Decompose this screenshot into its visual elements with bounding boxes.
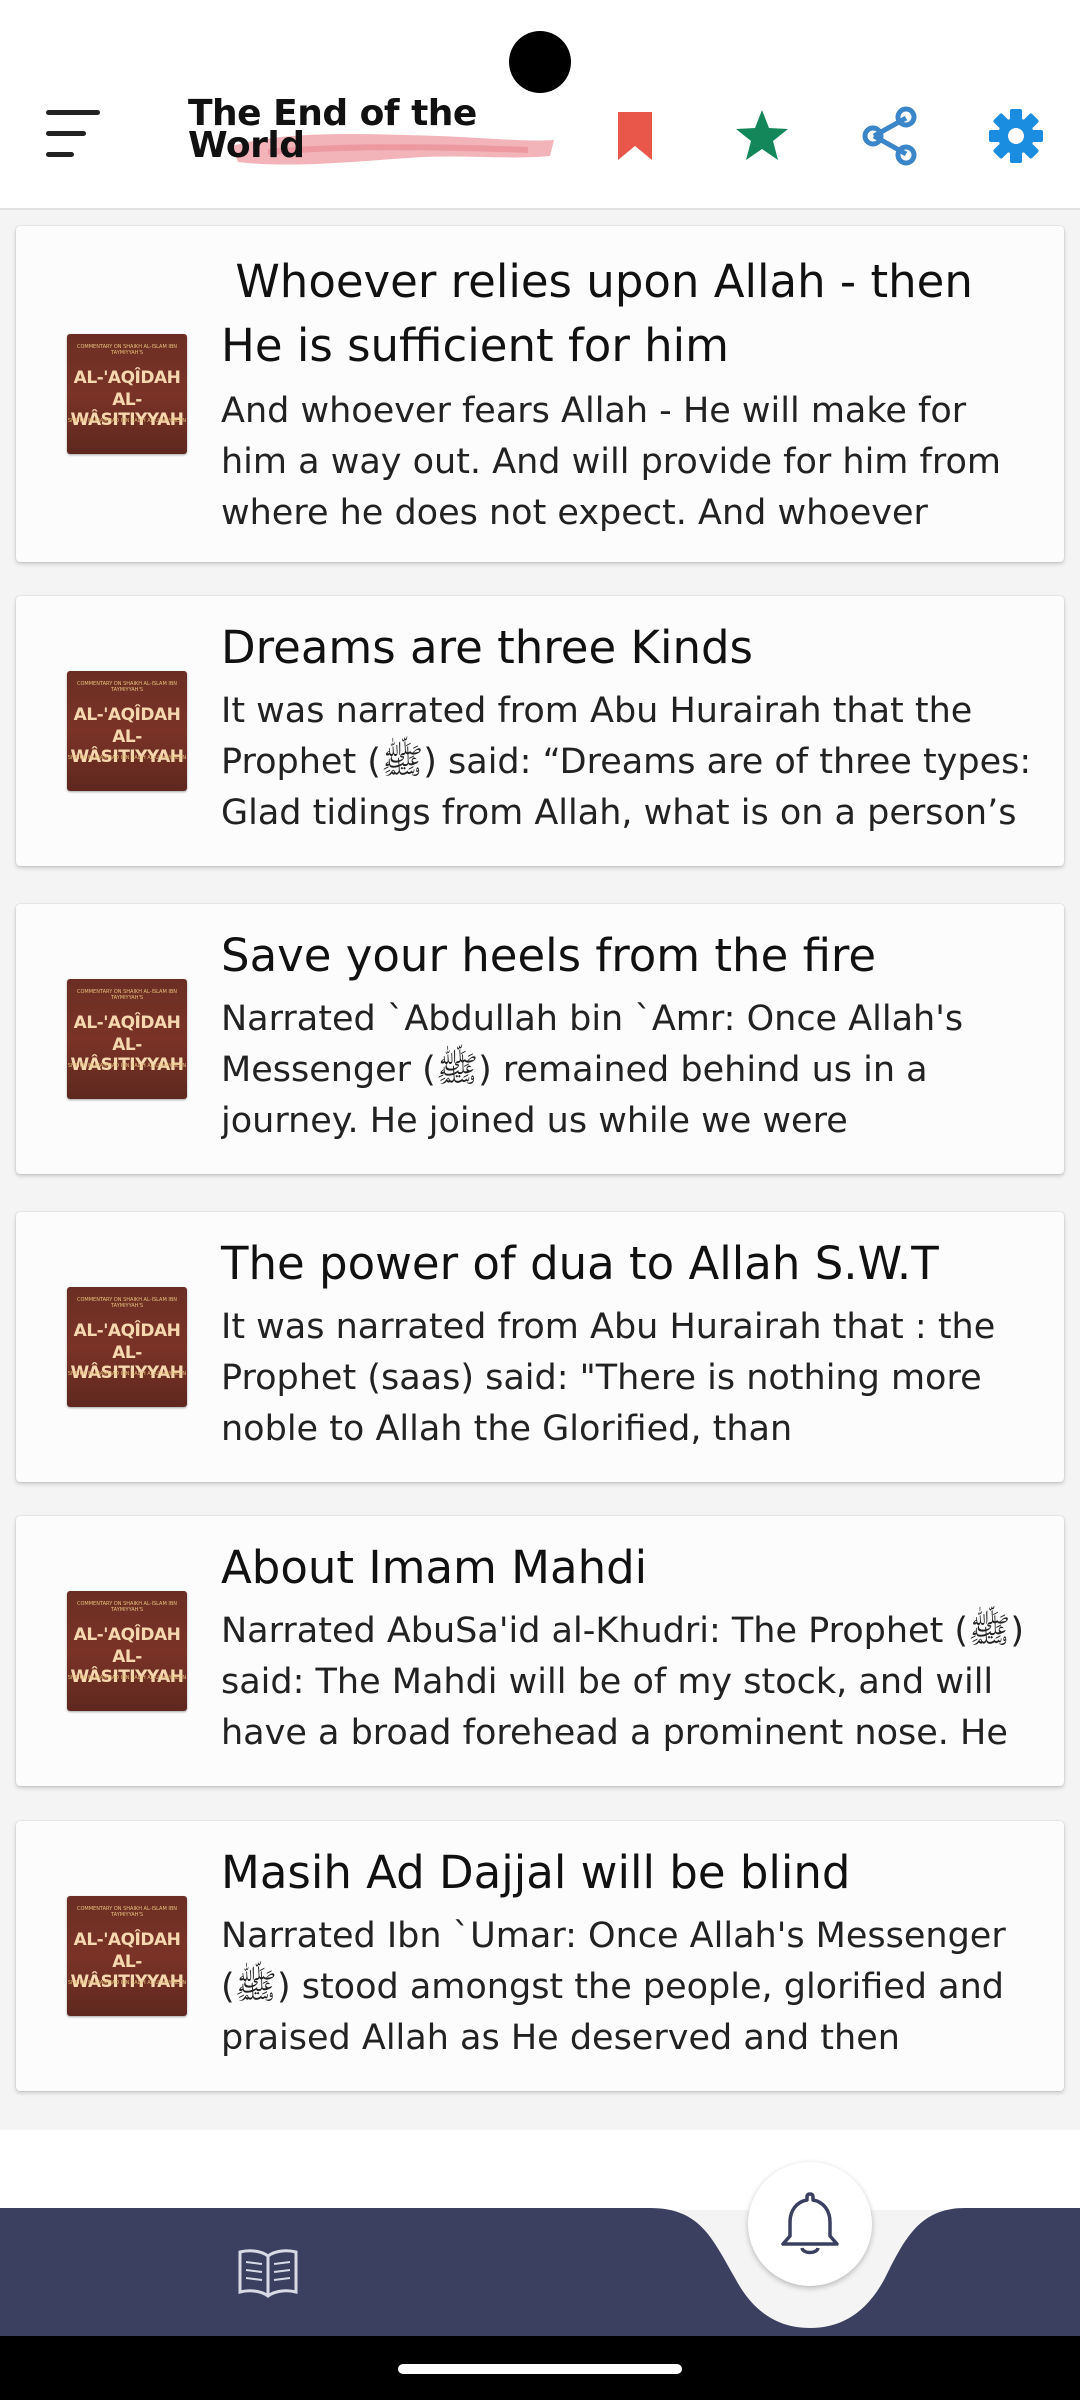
home-gesture-pill[interactable] (398, 2364, 682, 2374)
cover-title-line2: AL-WÂSITIYYAH (70, 1343, 184, 1383)
post-excerpt: And whoever fears Allah - He will make f… (221, 391, 1001, 533)
cover-title-line1: AL-'AQÎDAH (73, 1625, 181, 1645)
post-title: About Imam Mahdi (221, 1541, 648, 1594)
cover-title-line2: AL-WÂSITIYYAH (70, 1035, 184, 1075)
post-title: Dreams are three Kinds (221, 621, 753, 674)
book-cover-thumbnail: COMMENTARY ON SHAIKH AL-ISLAM IBN TAYMIY… (67, 1287, 187, 1407)
camera-cutout (509, 31, 571, 93)
cover-author: SHEIKH MUHAMMAD IBN SALIH AL-UTHAYMEEN (67, 1371, 187, 1377)
bottom-bar-shape (0, 2208, 1080, 2336)
cover-author: SHEIKH MUHAMMAD IBN SALIH AL-UTHAYMEEN (67, 1063, 187, 1069)
book-cover-thumbnail: COMMENTARY ON SHAIKH AL-ISLAM IBN TAYMIY… (67, 1591, 187, 1711)
post-title: Save your heels from the fire (221, 929, 877, 982)
cover-author: SHEIKH MUHAMMAD IBN SALIH AL-UTHAYMEEN (67, 755, 187, 761)
cover-title-line2: AL-WÂSITIYYAH (70, 1647, 184, 1687)
book-icon[interactable] (236, 2244, 300, 2300)
cover-title-line1: AL-'AQÎDAH (73, 1321, 181, 1341)
share-icon[interactable] (860, 104, 920, 168)
cover-author: SHEIKH MUHAMMAD IBN SALIH AL-UTHAYMEEN (67, 1980, 187, 1986)
cover-subtitle: COMMENTARY ON SHAIKH AL-ISLAM IBN TAYMIY… (77, 1297, 177, 1309)
book-cover-thumbnail: COMMENTARY ON SHAIKH AL-ISLAM IBN TAYMIY… (67, 979, 187, 1099)
book-cover-thumbnail: COMMENTARY ON SHAIKH AL-ISLAM IBN TAYMIY… (67, 334, 187, 454)
post-excerpt: Narrated `Abdullah bin `Amr: Once Allah'… (221, 999, 964, 1141)
cover-subtitle: COMMENTARY ON SHAIKH AL-ISLAM IBN TAYMIY… (77, 344, 177, 356)
cover-title-line2: AL-WÂSITIYYAH (70, 390, 184, 430)
cover-author: SHEIKH MUHAMMAD IBN SALIH AL-UTHAYMEEN (67, 1675, 187, 1681)
cover-subtitle: COMMENTARY ON SHAIKH AL-ISLAM IBN TAYMIY… (77, 989, 177, 1001)
hamburger-menu-icon[interactable] (44, 104, 104, 164)
app-bar: The End of the World (0, 0, 1080, 210)
cover-author: SHEIKH MUHAMMAD IBN SALIH AL-UTHAYMEEN (67, 418, 187, 424)
cover-subtitle: COMMENTARY ON SHAIKH AL-ISLAM IBN TAYMIY… (77, 681, 177, 693)
notifications-button[interactable] (748, 2162, 872, 2286)
bottom-spacer (0, 2130, 1080, 2210)
post-excerpt: Narrated Ibn `Umar: Once Allah's Messeng… (221, 1916, 1006, 2058)
cover-title-line1: AL-'AQÎDAH (73, 368, 181, 388)
cover-title-line1: AL-'AQÎDAH (73, 705, 181, 725)
post-card[interactable]: COMMENTARY ON SHAIKH AL-ISLAM IBN TAYMIY… (16, 904, 1064, 1174)
cover-title-line1: AL-'AQÎDAH (73, 1013, 181, 1033)
post-card[interactable]: COMMENTARY ON SHAIKH AL-ISLAM IBN TAYMIY… (16, 1516, 1064, 1786)
bottom-navigation-bar (0, 2208, 1080, 2336)
post-card[interactable]: COMMENTARY ON SHAIKH AL-ISLAM IBN TAYMIY… (16, 1212, 1064, 1482)
book-cover-thumbnail: COMMENTARY ON SHAIKH AL-ISLAM IBN TAYMIY… (67, 1896, 187, 2016)
bookmark-icon[interactable] (606, 104, 666, 168)
cover-title-line2: AL-WÂSITIYYAH (70, 1952, 184, 1992)
bell-icon (781, 2192, 839, 2255)
post-excerpt: It was narrated from Abu Hurairah that t… (221, 691, 1032, 833)
post-title: The power of dua to Allah S.W.T (221, 1237, 939, 1290)
app-title-logo: The End of the World (188, 93, 558, 174)
post-card[interactable]: COMMENTARY ON SHAIKH AL-ISLAM IBN TAYMIY… (16, 1821, 1064, 2091)
post-card[interactable]: COMMENTARY ON SHAIKH AL-ISLAM IBN TAYMIY… (16, 226, 1064, 562)
post-excerpt: Narrated AbuSa'id al-Khudri: The Prophet… (221, 1611, 1025, 1753)
cover-subtitle: COMMENTARY ON SHAIKH AL-ISLAM IBN TAYMIY… (77, 1601, 177, 1613)
post-excerpt: It was narrated from Abu Hurairah that :… (221, 1307, 996, 1449)
post-title: Masih Ad Dajjal will be blind (221, 1846, 851, 1899)
cover-subtitle: COMMENTARY ON SHAIKH AL-ISLAM IBN TAYMIY… (77, 1906, 177, 1918)
post-card[interactable]: COMMENTARY ON SHAIKH AL-ISLAM IBN TAYMIY… (16, 596, 1064, 866)
cover-title-line2: AL-WÂSITIYYAH (70, 727, 184, 767)
page-title: The End of the World (188, 93, 477, 166)
gear-icon[interactable] (986, 104, 1046, 168)
cover-title-line1: AL-'AQÎDAH (73, 1930, 181, 1950)
book-cover-thumbnail: COMMENTARY ON SHAIKH AL-ISLAM IBN TAYMIY… (67, 671, 187, 791)
star-icon[interactable] (732, 104, 792, 168)
post-title: Whoever relies upon Allah - then He is s… (221, 255, 988, 372)
